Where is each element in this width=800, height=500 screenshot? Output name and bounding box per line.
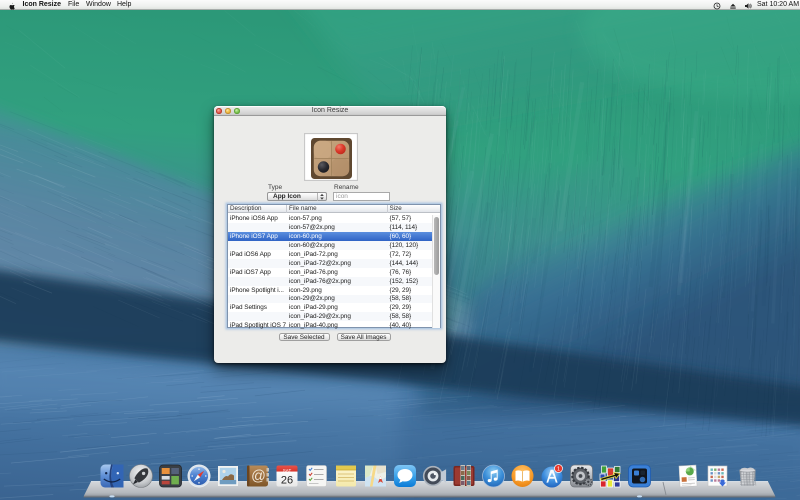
svg-text:SAT: SAT [283,468,292,473]
svg-text:@: @ [251,469,266,485]
svg-text:1: 1 [557,466,560,472]
svg-text:26: 26 [281,475,293,487]
